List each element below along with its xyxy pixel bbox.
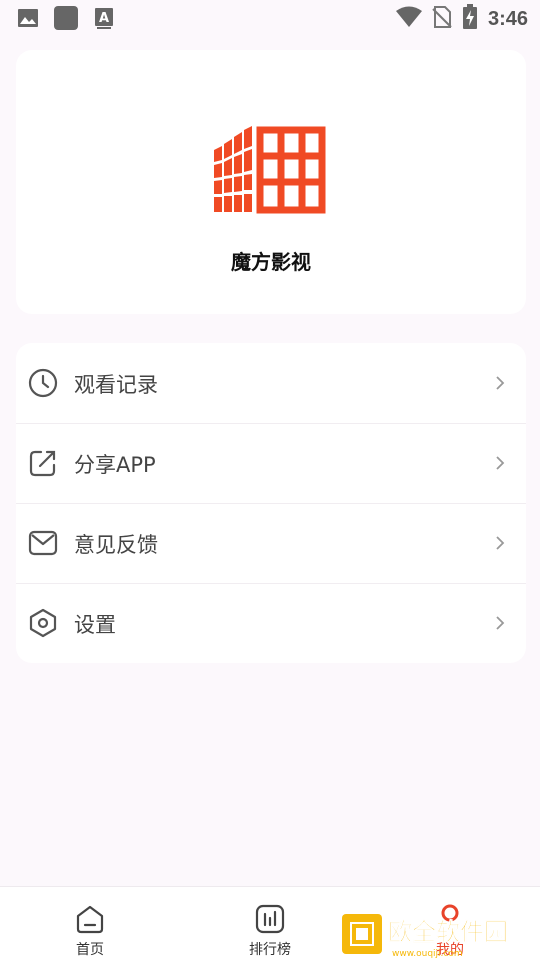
nav-item-ranking[interactable]: 排行榜 xyxy=(210,887,330,960)
menu-item-label: 意见反馈 xyxy=(74,533,158,557)
menu-item-label: 分享APP xyxy=(74,453,156,477)
watermark-text: 欧全软件园 xyxy=(388,918,508,946)
nav-item-label: 首页 xyxy=(76,942,104,958)
home-icon xyxy=(76,905,104,934)
nav-item-home[interactable]: 首页 xyxy=(30,887,150,960)
watermark-url: www.ouqiji.com xyxy=(392,949,463,958)
battery-charging-icon xyxy=(462,4,478,34)
menu-item-feedback[interactable]: 意见反馈 xyxy=(16,503,526,583)
no-sim-icon xyxy=(432,5,452,33)
watermark-logo-icon xyxy=(342,914,382,954)
menu-item-label: 设置 xyxy=(74,613,116,637)
chart-icon xyxy=(255,904,285,934)
wifi-icon xyxy=(395,6,422,32)
chevron-right-icon xyxy=(496,536,505,550)
clock-icon xyxy=(28,368,58,398)
status-bar: A 3:46 xyxy=(0,0,540,36)
share-icon xyxy=(29,450,56,477)
image-icon xyxy=(16,6,40,30)
app-name: 魔方影视 xyxy=(231,250,311,274)
profile-card: 魔方影视 xyxy=(16,50,526,314)
text-a-icon: A xyxy=(92,6,116,30)
mail-icon xyxy=(28,530,58,556)
watermark: 欧全软件园 www.ouqiji.com xyxy=(342,914,508,958)
menu-item-share-app[interactable]: 分享APP xyxy=(16,423,526,503)
nav-item-label: 排行榜 xyxy=(249,942,291,958)
app-square-icon xyxy=(54,6,78,30)
chevron-right-icon xyxy=(496,616,505,630)
hexagon-settings-icon xyxy=(29,608,57,638)
menu-item-label: 观看记录 xyxy=(74,373,158,397)
menu-item-watch-history[interactable]: 观看记录 xyxy=(16,343,526,423)
chevron-right-icon xyxy=(496,456,505,470)
status-time: 3:46 xyxy=(487,7,528,30)
rubik-grid-logo xyxy=(214,126,326,214)
chevron-right-icon xyxy=(496,376,505,390)
menu-card: 观看记录 分享APP 意见反馈 设置 xyxy=(16,343,526,663)
menu-item-settings[interactable]: 设置 xyxy=(16,583,526,663)
svg-text:A: A xyxy=(99,11,109,26)
